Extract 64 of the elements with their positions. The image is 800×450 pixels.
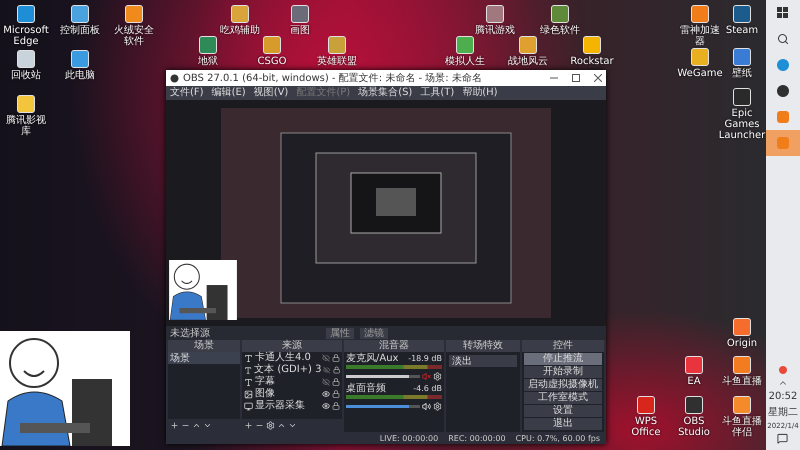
icon-label: 地狱 bbox=[198, 56, 218, 67]
control-button[interactable]: 工作室模式 bbox=[524, 392, 602, 404]
icon-label: 模拟人生 bbox=[445, 56, 485, 67]
window-title: OBS 27.0.1 (64-bit, windows) - 配置文件: 未命名 - 场景: 未命名 bbox=[183, 72, 483, 85]
icon-label: WeGame bbox=[677, 68, 723, 79]
menu-item[interactable]: 场景集合(S) bbox=[358, 87, 412, 99]
control-button[interactable]: 启动虚拟摄像机 bbox=[524, 379, 602, 391]
icon-label: 回收站 bbox=[11, 70, 41, 81]
icon-label: 控制面板 bbox=[60, 25, 100, 36]
control-button[interactable]: 设置 bbox=[524, 405, 602, 417]
icon-label: 绿色软件 bbox=[540, 25, 580, 36]
live-timer: LIVE: 00:00:00 bbox=[380, 434, 438, 442]
source-item[interactable]: 字幕 bbox=[255, 376, 320, 388]
icon-label: 斗鱼直播伴侣 bbox=[721, 416, 763, 438]
source-item[interactable]: 图像 bbox=[255, 388, 320, 400]
source-item[interactable]: 显示器采集 bbox=[255, 400, 320, 412]
icon-label: 英雄联盟 bbox=[317, 56, 357, 67]
icon-label: 腾讯游戏 bbox=[475, 25, 515, 36]
control-button[interactable]: 退出 bbox=[524, 418, 602, 430]
icon-label: Epic Games Launcher bbox=[718, 108, 766, 141]
panel-title: 转场特效 bbox=[446, 340, 520, 352]
icon-label: Rockstar bbox=[570, 56, 614, 67]
icon-label: WPS Office bbox=[630, 416, 662, 438]
icon-label: Steam bbox=[726, 25, 758, 36]
panel-title: 混音器 bbox=[344, 340, 444, 352]
panel-title: 来源 bbox=[242, 340, 342, 352]
channel-name: 麦克风/Aux bbox=[346, 352, 400, 365]
menu-item[interactable]: 视图(V) bbox=[254, 87, 288, 99]
source-item[interactable]: 卡通人生4.0 bbox=[255, 352, 320, 364]
control-button[interactable]: 停止推流 bbox=[524, 353, 602, 365]
toolbar-button[interactable]: 属性 bbox=[326, 328, 354, 338]
icon-label: 战地风云 bbox=[508, 56, 548, 67]
icon-label: CSGO bbox=[258, 56, 286, 67]
scene-item[interactable]: 场景 bbox=[168, 352, 240, 364]
channel-name: 桌面音频 bbox=[346, 382, 387, 395]
toolbar-button[interactable]: 滤镜 bbox=[360, 328, 388, 338]
icon-label: 腾讯影视库 bbox=[5, 115, 47, 137]
transition-select[interactable]: 淡出 bbox=[449, 355, 517, 367]
icon-label: 壁纸 bbox=[732, 68, 752, 79]
icon-label: Microsoft Edge bbox=[3, 25, 49, 47]
menu-item[interactable]: 工具(T) bbox=[420, 87, 454, 99]
control-button[interactable]: 开始录制 bbox=[524, 366, 602, 378]
icon-label: 此电脑 bbox=[65, 70, 95, 81]
clock-weekday: 星期二 bbox=[768, 406, 798, 419]
icon-label: 火绒安全软件 bbox=[113, 25, 155, 47]
icon-label: Origin bbox=[726, 338, 758, 349]
icon-label: OBS Studio bbox=[677, 416, 711, 438]
icon-label: 画图 bbox=[290, 25, 310, 36]
db-reading: -4.6 dB bbox=[413, 384, 442, 392]
menu-item[interactable]: 帮助(H) bbox=[462, 87, 498, 99]
icon-label: EA bbox=[687, 376, 701, 387]
menu-item[interactable]: 编辑(E) bbox=[212, 87, 246, 99]
icon-label: 雷神加速器 bbox=[679, 25, 721, 47]
menu-item[interactable]: 文件(F) bbox=[170, 87, 204, 99]
rec-timer: REC: 00:00:00 bbox=[448, 434, 506, 442]
icon-label: 斗鱼直播 bbox=[722, 376, 762, 387]
cpu-status: CPU: 0.7%, 60.00 fps bbox=[516, 434, 600, 442]
db-reading: -18.9 dB bbox=[408, 354, 442, 362]
panel-title: 控件 bbox=[522, 340, 604, 352]
source-status: 未选择源 bbox=[170, 326, 211, 340]
icon-label: 吃鸡辅助 bbox=[220, 25, 260, 36]
source-item[interactable]: 文本 (GDI+) 3 bbox=[254, 364, 322, 376]
clock-time: 20:52 bbox=[768, 391, 798, 402]
panel-title: 场景 bbox=[168, 340, 240, 352]
